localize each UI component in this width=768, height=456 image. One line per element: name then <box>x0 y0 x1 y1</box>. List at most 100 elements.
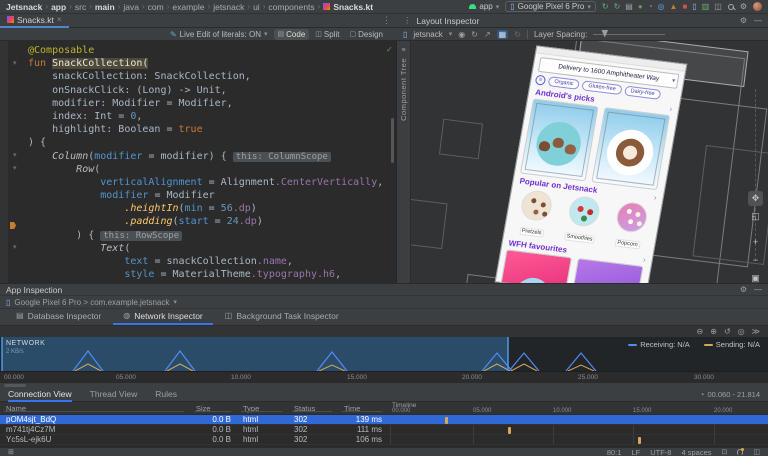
network-legend: Receiving: N/ASending: N/A <box>628 340 760 349</box>
coverage-icon[interactable]: ◎ <box>658 3 665 11</box>
connection-row-Yc5sL-ejk6U[interactable]: Yc5sL-ejk6U0.0 Bhtml302106 ms <box>0 435 768 445</box>
fold-chevron-icon[interactable]: ▾ <box>13 243 17 251</box>
breadcrumb-item-components[interactable]: components <box>268 2 314 12</box>
tab-database-inspector[interactable]: ▤Database Inspector <box>6 310 111 325</box>
close-icon[interactable]: × <box>57 15 62 24</box>
notifications-bell-icon[interactable] <box>737 449 743 455</box>
breadcrumb-item-Jetsnack[interactable]: Jetsnack <box>6 2 42 12</box>
column-header-size[interactable]: Size <box>190 402 237 414</box>
breadcrumb-item-java[interactable]: java <box>123 2 139 12</box>
reset-zoom-icon[interactable]: ↺ <box>724 327 731 336</box>
sdk-manager-icon[interactable]: ◫ <box>714 3 722 11</box>
settings-gear-icon[interactable]: ⚙ <box>740 3 747 11</box>
sync-icon[interactable]: ↻ <box>602 3 609 11</box>
mode-button-code[interactable]: ▤Code <box>274 29 310 40</box>
tab-rules[interactable]: Rules <box>155 388 177 402</box>
code-line-7: highlight: Boolean = true <box>28 123 383 136</box>
breadcrumb-item-src[interactable]: src <box>75 2 86 12</box>
component-tree-label: Component Tree <box>399 58 408 121</box>
fold-chevron-icon[interactable]: ▾ <box>13 59 17 67</box>
component-tree-tab[interactable]: ≡ Component Tree <box>397 41 411 283</box>
column-header-time[interactable]: Time <box>338 402 388 414</box>
attach-icon[interactable]: ▲ <box>670 3 678 11</box>
kotlin-file-icon <box>7 16 14 23</box>
tab-network-inspector[interactable]: ◍Network Inspector <box>113 310 212 325</box>
layer-spacing-slider[interactable] <box>593 34 665 35</box>
zoom-out-icon[interactable]: ⊖ <box>697 327 704 336</box>
status-item-4-spaces[interactable]: 4 spaces <box>681 448 711 456</box>
tab-thread-view[interactable]: Thread View <box>90 388 138 402</box>
zoom-out-button[interactable]: − <box>748 253 763 268</box>
layout-inspector-viewport[interactable]: Delivery to 1600 Amphitheater Way ▾ ≡Org… <box>411 41 768 283</box>
request-mark <box>638 437 641 444</box>
minimize-icon[interactable]: — <box>754 285 762 294</box>
column-header-name[interactable]: Name <box>0 402 190 414</box>
fold-chevron-icon[interactable]: ▾ <box>13 151 17 159</box>
breadcrumb-item-ui[interactable]: ui <box>253 2 260 12</box>
run-config-select[interactable]: app ▾ <box>469 2 499 11</box>
device-select[interactable]: ▯ Google Pixel 6 Pro ▾ <box>505 1 596 12</box>
breadcrumb-file[interactable]: Snacks.kt <box>333 2 373 12</box>
mode-3d-icon[interactable]: ▦ <box>497 30 509 39</box>
breadcrumb-item-com[interactable]: com <box>148 2 164 12</box>
lock-icon[interactable]: ⊡ <box>722 448 728 456</box>
pan-mode-button[interactable]: ✥ <box>748 191 763 206</box>
cell-type: html <box>237 415 288 424</box>
more-vertical-icon[interactable]: ⋮ <box>403 15 412 26</box>
breadcrumb-item-app[interactable]: app <box>51 2 66 12</box>
export-icon[interactable]: ↗ <box>484 30 491 39</box>
layout-selector-icon[interactable]: ⊞ <box>8 448 14 456</box>
build-icon[interactable]: ▤ <box>625 3 633 11</box>
cell-name: Yc5sL-ejk6U <box>0 435 190 444</box>
zoom-selection-icon[interactable]: ◎ <box>738 327 745 336</box>
search-icon[interactable] <box>728 4 734 10</box>
settings-gear-icon[interactable]: ⚙ <box>740 285 747 294</box>
column-header-timeline[interactable]: Timeline00.00005.00010.00015.00020.000 <box>388 402 768 414</box>
profiler-icon[interactable]: ◔ <box>648 3 653 11</box>
code-line-1: @Composable <box>28 44 383 57</box>
view-options-eye-icon[interactable]: ◉ <box>458 30 465 39</box>
user-avatar[interactable] <box>753 2 762 11</box>
minimize-icon[interactable]: — <box>754 16 762 25</box>
status-item-80-1[interactable]: 80:1 <box>607 448 622 456</box>
apply-changes-icon[interactable]: ↻ <box>614 3 621 11</box>
process-select[interactable]: jetsnack <box>413 30 442 39</box>
split-layout-icon[interactable]: ◫ <box>753 448 760 456</box>
slider-thumb[interactable] <box>601 30 608 38</box>
debug-icon[interactable]: ● <box>638 3 643 11</box>
connection-row-m741tj4Cz7M[interactable]: m741tj4Cz7M0.0 Bhtml302111 ms <box>0 425 768 435</box>
column-header-status[interactable]: Status <box>288 402 338 414</box>
breadcrumb-separator: › <box>118 2 121 11</box>
breadcrumb-item-main[interactable]: main <box>95 2 115 12</box>
zoom-in-icon[interactable]: ⊕ <box>710 327 717 336</box>
status-item-LF[interactable]: LF <box>631 448 640 456</box>
breadcrumb-item-example[interactable]: example <box>172 2 204 12</box>
breadcrumb-item-jetsnack[interactable]: jetsnack <box>213 2 244 12</box>
inspection-device-row[interactable]: ▯ Google Pixel 6 Pro > com.example.jetsn… <box>0 296 768 309</box>
tab-snacks-kt[interactable]: Snacks.kt × <box>0 14 69 28</box>
mode-button-split[interactable]: ◫Split <box>311 29 343 40</box>
reset-view-button[interactable]: ◱ <box>748 209 763 224</box>
mode-button-design[interactable]: ▢Design <box>345 29 387 40</box>
network-timeline[interactable]: NETWORK 2 KB/s Receiving: N/ASending: N/… <box>0 337 768 371</box>
tab-connection-view[interactable]: Connection View <box>8 388 72 402</box>
refresh-icon[interactable]: ↻ <box>514 30 521 39</box>
jump-live-icon[interactable]: ≫ <box>752 327 760 336</box>
tab-background-task-inspector[interactable]: ◫Background Task Inspector <box>215 310 349 325</box>
fold-chevron-icon[interactable]: ▾ <box>13 164 17 172</box>
zoom-in-button[interactable]: + <box>748 235 763 250</box>
more-vertical-icon[interactable]: ⋮ <box>382 15 397 26</box>
settings-gear-icon[interactable]: ⚙ <box>740 16 747 25</box>
device-manager-icon[interactable]: ▯ <box>692 3 696 11</box>
status-item-UTF-8[interactable]: UTF-8 <box>650 448 671 456</box>
connection-row-pOM4sjt_BdQ[interactable]: pOM4sjt_BdQ0.0 Bhtml302139 ms <box>0 415 768 425</box>
logcat-icon[interactable]: ▥ <box>702 3 710 11</box>
inspections-ok-icon[interactable]: ✓ <box>386 45 393 54</box>
column-header-type[interactable]: Type <box>237 402 288 414</box>
code-editor[interactable]: @Composablefun SnackCollection( snackCol… <box>0 41 397 283</box>
live-edit-toggle[interactable]: ✎ Live Edit of literals: ON ▾ <box>170 30 268 39</box>
editor-scrollbar[interactable] <box>391 118 394 163</box>
snapshot-icon[interactable]: ↻ <box>471 30 478 39</box>
stop-icon[interactable]: ■ <box>682 3 687 11</box>
zoom-fit-button[interactable]: ▣ <box>748 271 763 283</box>
